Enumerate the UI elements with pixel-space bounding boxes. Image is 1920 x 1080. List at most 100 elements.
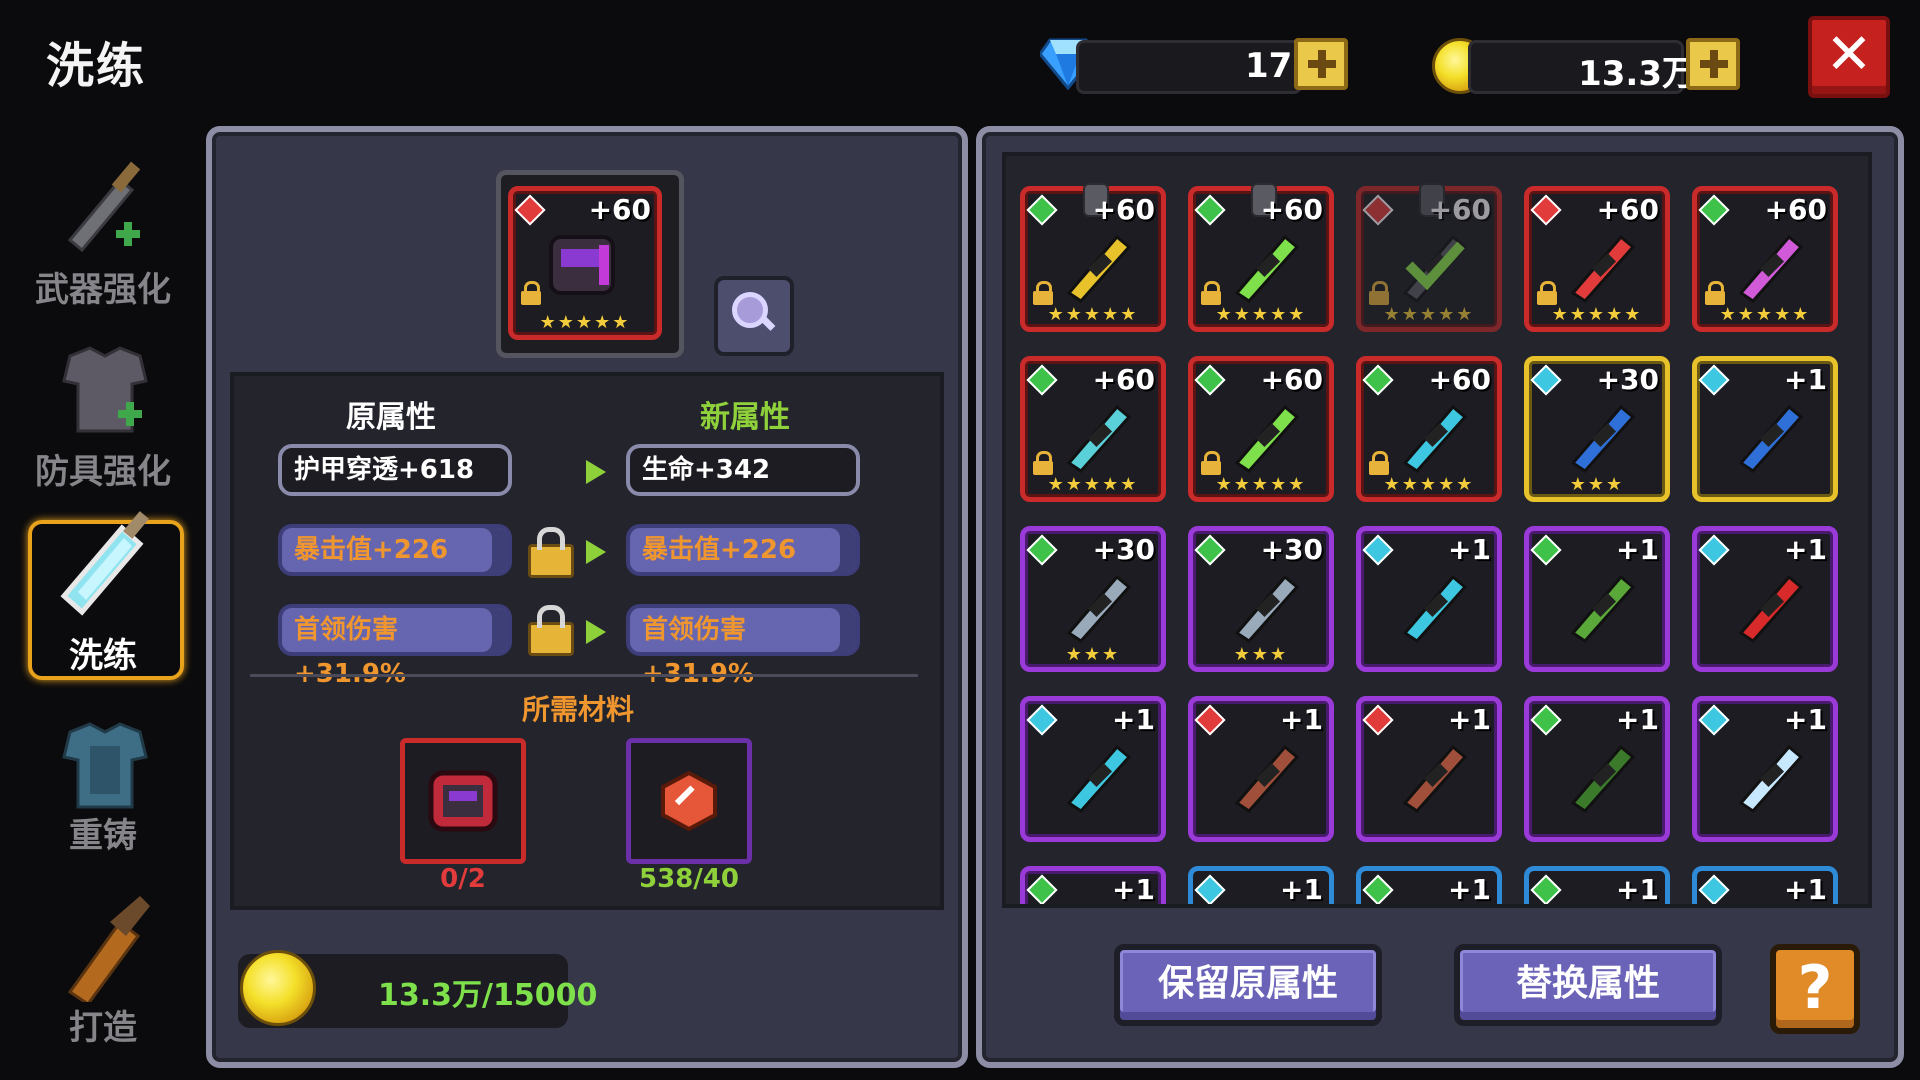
item-level: +1 <box>1448 533 1491 566</box>
tab-label: 打造 <box>69 1008 137 1048</box>
help-button[interactable]: ? <box>1770 944 1860 1034</box>
cactus-icon <box>1570 574 1636 643</box>
rarity-badge-icon <box>1362 534 1394 566</box>
inventory-slot[interactable]: +1 <box>1692 356 1838 502</box>
padlock-icon[interactable] <box>528 527 574 578</box>
replace-attributes-button[interactable]: 替换属性 <box>1454 944 1722 1026</box>
inventory-slot[interactable]: +60 ★★★★★ <box>1188 183 1334 332</box>
armor-material-icon <box>428 770 498 832</box>
inventory-slot[interactable]: +1 <box>1356 696 1502 842</box>
inventory-slot[interactable]: +60 ★★★★★ <box>1020 183 1166 332</box>
material-count-1: 0/2 <box>440 864 486 894</box>
rarity-badge-icon <box>1362 194 1394 226</box>
add-gold-button[interactable] <box>1686 38 1740 90</box>
old-attribute-1: 护甲穿透+618 <box>278 444 512 496</box>
rarity-badge-icon <box>1698 534 1730 566</box>
tab-label: 洗练 <box>69 636 137 676</box>
inventory-slot[interactable]: +1 <box>1188 866 1334 908</box>
keep-original-button[interactable]: 保留原属性 <box>1114 944 1382 1026</box>
arrow-right-icon <box>586 460 606 484</box>
inventory-slot[interactable]: +1 <box>1356 866 1502 908</box>
star-rating: ★★★★★ <box>1215 474 1307 495</box>
item-level: +1 <box>1112 873 1155 906</box>
star-rating: ★★★★★ <box>1383 474 1475 495</box>
green-scythe-icon <box>1234 404 1300 473</box>
orb-gun-icon <box>1066 574 1132 643</box>
close-icon: ✕ <box>1825 22 1873 87</box>
weapon-icon <box>1059 905 1137 908</box>
rarity-badge-icon <box>1194 194 1226 226</box>
inventory-slot[interactable]: +60 ★★★★★ <box>1356 356 1502 502</box>
fire-extinguisher-icon <box>1738 574 1804 643</box>
old-attributes-header: 原属性 <box>346 400 436 435</box>
forge-icon <box>67 896 150 1002</box>
inventory-slot[interactable]: +60 ★★★★★ <box>1020 356 1166 502</box>
weapon-icon <box>1395 905 1473 908</box>
inventory-slot[interactable]: +1 <box>1692 526 1838 672</box>
dual-swords-icon <box>1066 234 1132 303</box>
rarity-badge-icon <box>1194 534 1226 566</box>
item-level: +1 <box>1616 873 1659 906</box>
item-level: +1 <box>1784 363 1827 396</box>
shuriken-icon <box>1570 404 1636 473</box>
inventory-slot[interactable]: +1 <box>1692 696 1838 842</box>
inventory-slot[interactable]: +1 <box>1188 696 1334 842</box>
padlock-icon[interactable] <box>528 605 574 656</box>
new-attributes-header: 新属性 <box>700 400 790 435</box>
inventory-slot[interactable]: +30 ★★★ <box>1020 526 1166 672</box>
tab-recast[interactable]: 重铸 <box>18 712 188 872</box>
new-attribute-3: 首领伤害+31.9% <box>626 604 860 689</box>
item-level: +1 <box>1784 873 1827 906</box>
lock-icon <box>521 281 541 305</box>
blue-rifle-icon <box>1066 744 1132 813</box>
inventory-slot[interactable]: +60 ★★★★★ <box>1524 186 1670 332</box>
inventory-slot[interactable]: +60 ★★★★★ <box>1188 356 1334 502</box>
inventory-slot[interactable]: +60 ★★★★★ <box>1692 186 1838 332</box>
selected-item-tile[interactable]: +60 ★★★★★ <box>508 186 662 340</box>
weapon-icon <box>1227 905 1305 908</box>
inventory-slot[interactable]: +1 <box>1524 526 1670 672</box>
old-attribute-2: 暴击值+226 <box>278 524 512 576</box>
item-level: +60 <box>1260 193 1323 226</box>
inventory-slot[interactable]: +1 <box>1524 866 1670 906</box>
pink-wings-icon <box>1738 234 1804 303</box>
inventory-slot[interactable]: +1 <box>1020 696 1166 842</box>
item-level: +30 <box>1596 363 1659 396</box>
lock-icon <box>1201 451 1221 475</box>
item-level: +60 <box>1092 363 1155 396</box>
inventory-slot[interactable]: +1 <box>1692 866 1838 906</box>
flame-icon <box>1570 234 1636 303</box>
rarity-badge-icon <box>1026 364 1058 396</box>
tab-armor-upgrade[interactable]: 防具强化 <box>18 336 188 496</box>
rarity-badge-icon <box>1698 194 1730 226</box>
tab-forge[interactable]: 打造 <box>18 892 188 1052</box>
shotgun-icon <box>1234 744 1300 813</box>
new-attribute-2: 暴击值+226 <box>626 524 860 576</box>
inventory-slot[interactable]: +60 ★★★★★ <box>1356 183 1502 332</box>
inventory-grid: +60 ★★★★★ +60 ★★★★★ +60 ★★★★★ +60 ★★★★★ +60 ★★★★★… <box>1006 156 1868 904</box>
tab-reforge[interactable]: 洗练 <box>18 510 188 676</box>
new-attribute-1: 生命+342 <box>626 444 860 496</box>
inventory-slot[interactable]: +1 <box>1524 696 1670 842</box>
close-button[interactable]: ✕ <box>1808 16 1890 98</box>
recast-armor-icon <box>62 722 148 809</box>
add-gems-button[interactable] <box>1294 38 1348 90</box>
item-level: +30 <box>1260 533 1323 566</box>
rarity-badge-icon <box>1362 364 1394 396</box>
divider <box>250 674 918 677</box>
inventory-slot[interactable]: +30 ★★★ <box>1524 356 1670 502</box>
inspect-button[interactable] <box>714 276 794 356</box>
ice-sword-icon <box>1738 744 1804 813</box>
rarity-badge-icon <box>1362 874 1394 904</box>
star-rating: ★★★★★ <box>1215 304 1307 325</box>
inventory-slot[interactable]: +1 <box>1020 866 1166 908</box>
item-level: +60 <box>1428 193 1491 226</box>
rarity-badge-icon <box>1698 364 1730 396</box>
material-slot-1[interactable] <box>400 738 526 864</box>
inventory-slot[interactable]: +1 <box>1356 526 1502 672</box>
inventory-slot[interactable]: +30 ★★★ <box>1188 526 1334 672</box>
tab-weapon-upgrade[interactable]: 武器强化 <box>18 150 188 310</box>
material-slot-2[interactable] <box>626 738 752 864</box>
crystal-staff-icon <box>1066 404 1132 473</box>
reforge-stone-icon <box>661 770 717 832</box>
